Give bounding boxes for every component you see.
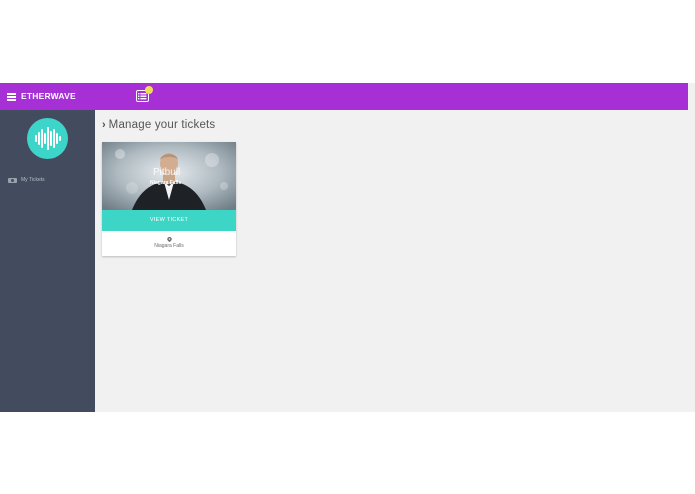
app-shell: ETHERWAVE My Tickets › Manage your ticke…: [0, 83, 695, 412]
sidebar-item-label: My Tickets: [21, 177, 45, 183]
event-title: Pitbull: [153, 167, 181, 178]
ticket-icon: [8, 177, 17, 183]
brand-name[interactable]: ETHERWAVE: [21, 91, 76, 102]
location-pin-icon: [167, 237, 172, 242]
event-image: Pitbull Niagara Falls: [102, 142, 236, 210]
page-title: › Manage your tickets: [102, 118, 215, 132]
soundwave-logo-icon: [27, 118, 68, 159]
top-bar: ETHERWAVE: [0, 83, 688, 110]
notification-badge[interactable]: [145, 86, 153, 94]
menu-icon[interactable]: [7, 93, 16, 101]
venue-name: Niagara Falls: [154, 243, 184, 249]
sidebar-item-my-tickets[interactable]: My Tickets: [8, 175, 45, 185]
event-location-overlay: Niagara Falls: [150, 180, 182, 186]
page-title-text: Manage your tickets: [108, 119, 216, 131]
ticket-card[interactable]: Pitbull Niagara Falls VIEW TICKET Niagar…: [102, 142, 236, 256]
chevron-right-icon: ›: [102, 119, 106, 131]
sidebar: My Tickets: [0, 110, 95, 412]
view-ticket-button[interactable]: VIEW TICKET: [102, 210, 236, 231]
